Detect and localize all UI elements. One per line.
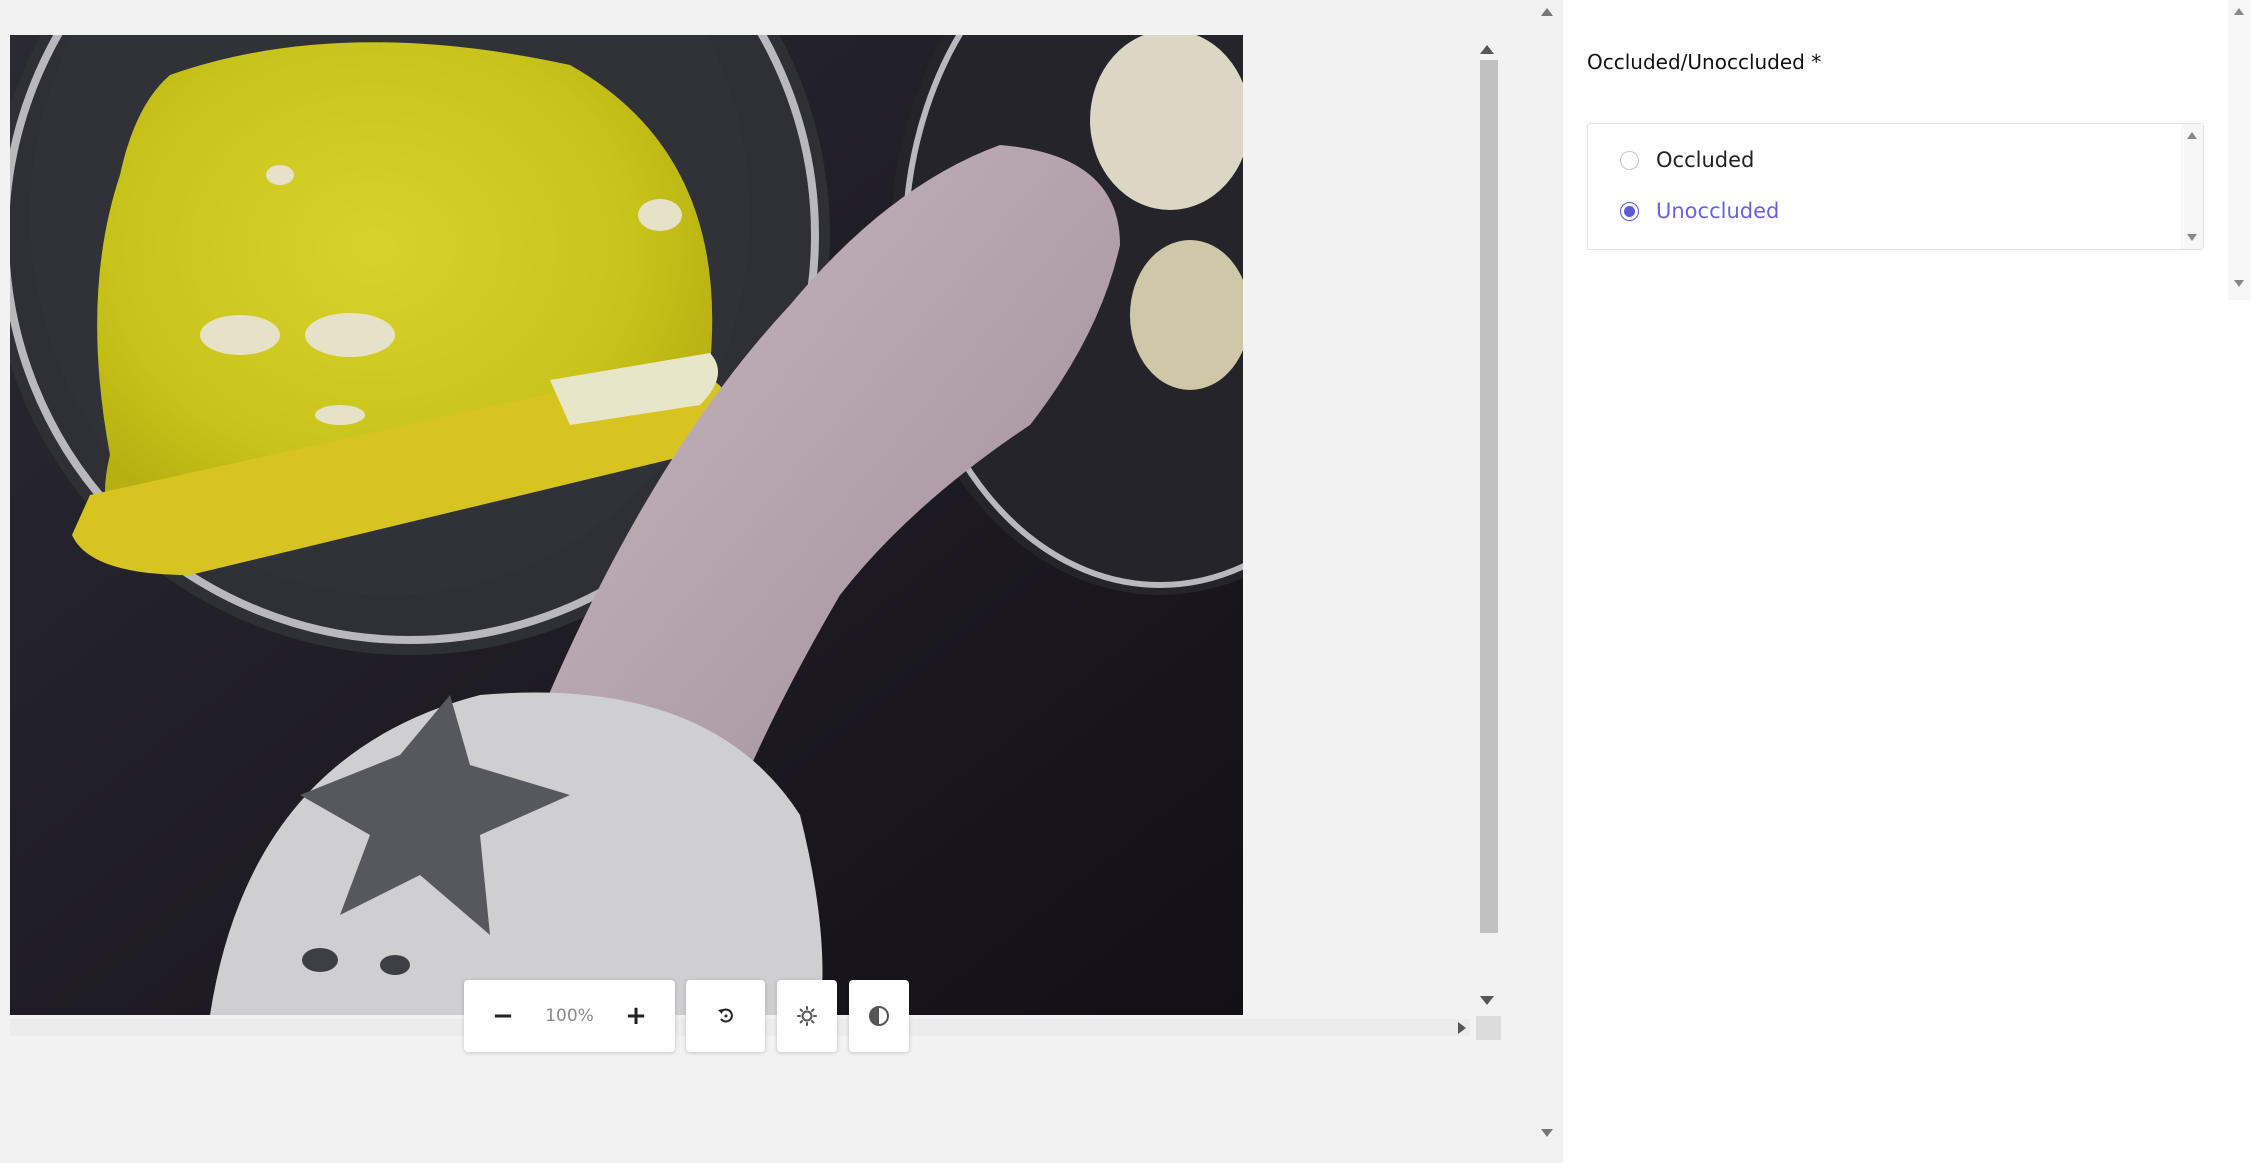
option-label: Unoccluded (1656, 199, 1780, 223)
option-unoccluded[interactable]: Unoccluded (1620, 199, 1779, 223)
page-scroll-up-icon[interactable] (1541, 8, 1553, 16)
scroll-right-icon[interactable] (1458, 1022, 1466, 1034)
option-occluded[interactable]: Occluded (1620, 148, 1754, 172)
radio-occluded[interactable] (1620, 150, 1639, 170)
zoom-out-button[interactable]: − (486, 996, 520, 1036)
options-list: Occluded Unoccluded (1587, 123, 2204, 250)
scroll-down-icon[interactable] (2234, 280, 2244, 287)
panel-scrollbar[interactable] (2228, 0, 2251, 300)
zoom-in-button[interactable]: + (619, 996, 653, 1036)
page-scroll-down-icon[interactable] (1541, 1129, 1553, 1137)
zoom-controls: − 100% + (464, 980, 675, 1052)
scroll-up-icon[interactable] (2234, 8, 2244, 15)
scroll-corner (1476, 1016, 1501, 1040)
option-label: Occluded (1656, 148, 1755, 172)
scroll-down-icon[interactable] (1480, 996, 1494, 1005)
scroll-up-icon[interactable] (2187, 132, 2197, 139)
canvas-vertical-scrollbar[interactable] (1476, 35, 1501, 1015)
question-title: Occluded/Unoccluded * (1587, 50, 1822, 74)
contrast-button[interactable] (849, 980, 909, 1052)
rotate-icon (717, 1008, 733, 1023)
annotation-image[interactable] (10, 35, 1243, 1015)
scroll-thumb[interactable] (1480, 60, 1498, 933)
rotate-button[interactable] (686, 980, 765, 1052)
brightness-button[interactable] (777, 980, 837, 1052)
canvas-area: − 100% + (0, 0, 1563, 1163)
labeling-panel: Occluded/Unoccluded * Occluded Unocclude… (1563, 0, 2251, 1163)
scroll-down-icon[interactable] (2187, 234, 2197, 241)
contrast-icon (869, 1006, 889, 1026)
zoom-level: 100% (545, 1006, 594, 1026)
options-scrollbar[interactable] (2181, 124, 2203, 249)
scroll-up-icon[interactable] (1480, 45, 1494, 54)
brightness-icon (797, 1006, 817, 1026)
radio-unoccluded[interactable] (1620, 201, 1639, 221)
